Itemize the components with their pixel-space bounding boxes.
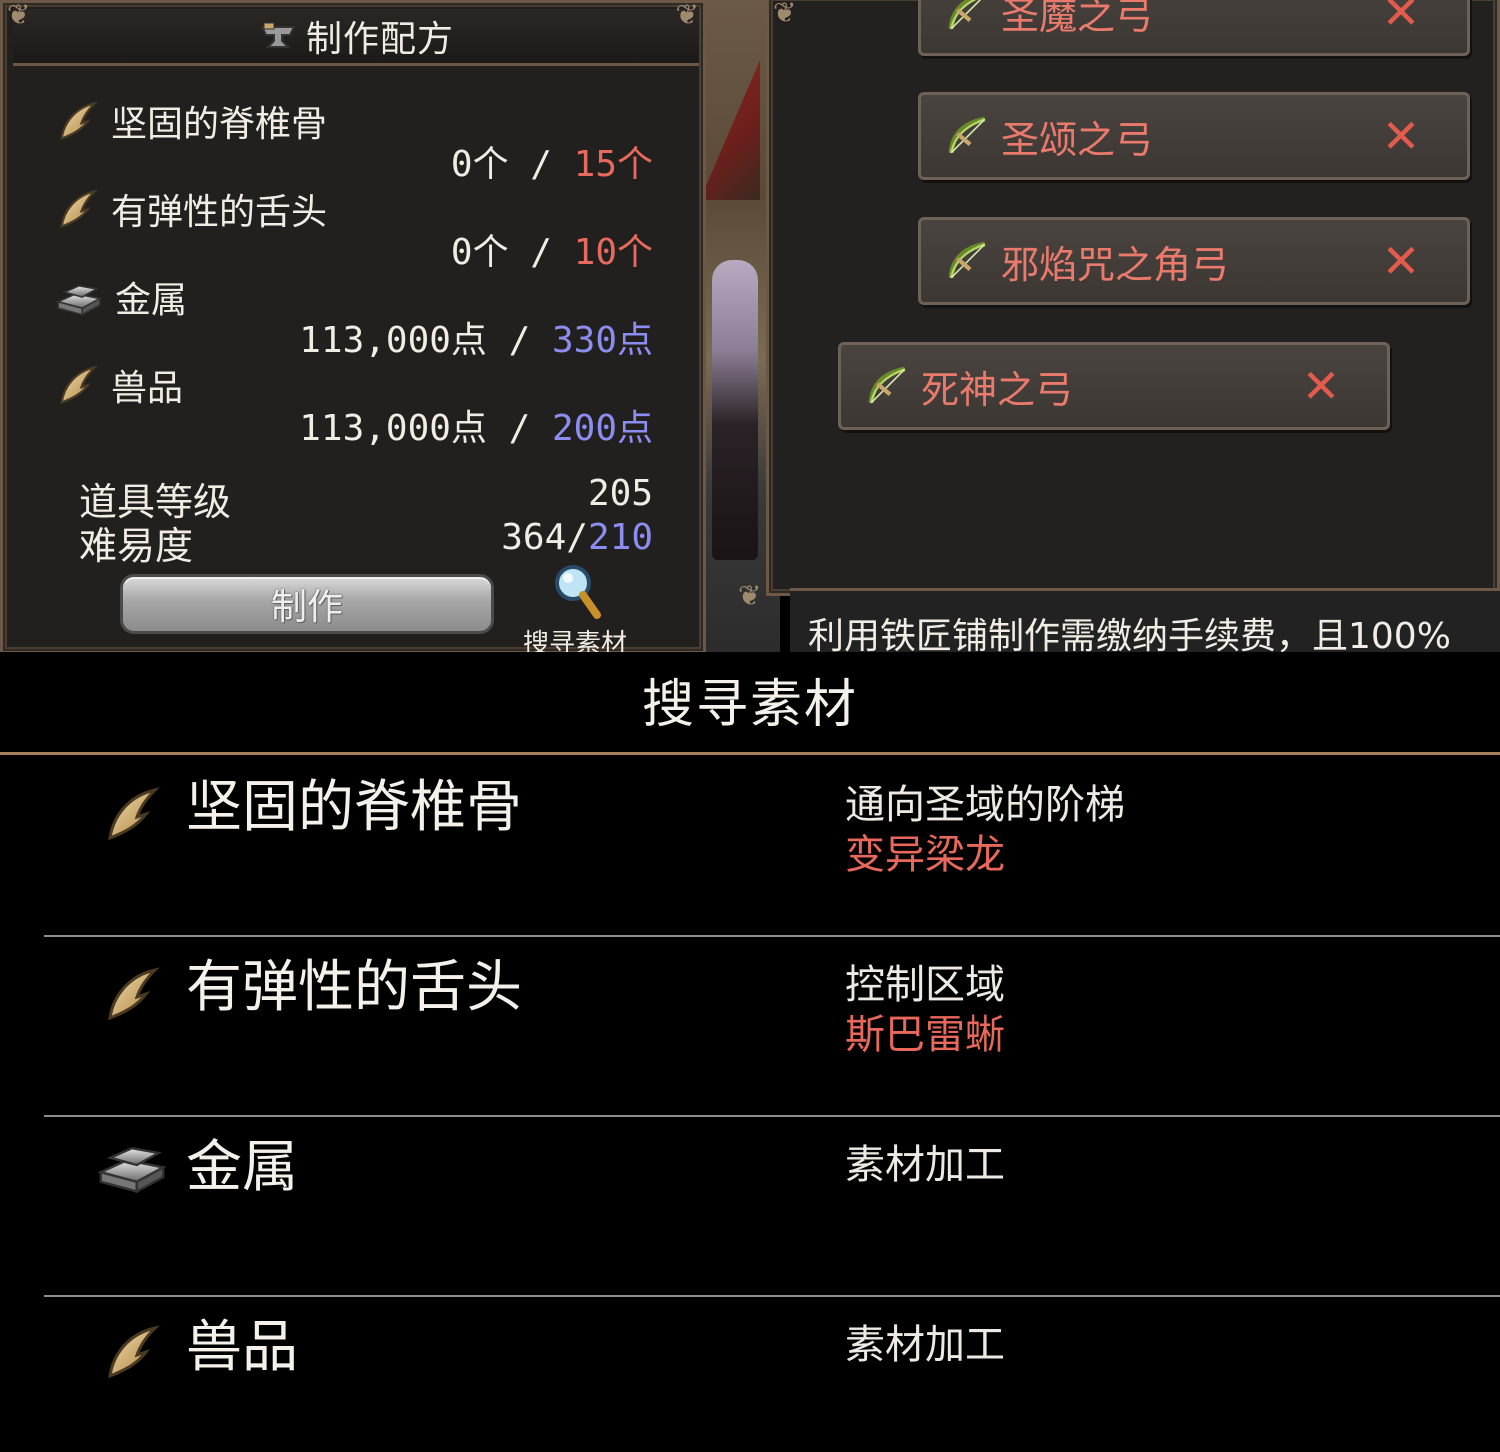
search-location[interactable]: 素材加工	[845, 1132, 1005, 1190]
have-count: 0个	[450, 232, 509, 273]
need-count: 330点	[551, 320, 653, 361]
difficulty-separator: /	[566, 517, 588, 558]
claw-icon	[55, 363, 99, 407]
close-icon[interactable]: ✕	[1371, 0, 1431, 35]
bow-list-item[interactable]: 圣魔之弓 ✕	[918, 0, 1470, 56]
difficulty-value: 364/210	[501, 517, 653, 558]
house-roof	[700, 60, 760, 200]
frame-ornament-icon: ❦	[773, 0, 797, 29]
have-count: 113,000点	[299, 320, 487, 361]
material-row: 兽品	[55, 359, 183, 411]
bow-name: 邪焰咒之角弓	[1001, 242, 1230, 287]
title-divider	[0, 752, 1500, 755]
difficulty-label: 难易度	[79, 524, 194, 568]
material-row: 金属	[55, 271, 187, 323]
row-divider	[44, 1115, 1500, 1117]
metal-ingot-icon	[55, 276, 103, 318]
row-divider	[44, 1295, 1500, 1297]
material-row: 有弹性的舌头	[55, 183, 327, 235]
material-row: 坚固的脊椎骨	[55, 95, 327, 147]
bow-name: 死神之弓	[921, 367, 1074, 412]
frame-ornament-icon: ❦	[738, 579, 762, 612]
search-monster[interactable]: 斯巴雷蜥	[845, 1002, 1005, 1060]
count-separator: /	[486, 408, 552, 449]
search-material-name: 兽品	[186, 1315, 298, 1380]
metal-ingot-icon	[96, 1136, 168, 1194]
material-count: 113,000点 / 200点	[299, 399, 653, 451]
need-count: 200点	[551, 408, 653, 449]
search-monster[interactable]: 变异梁龙	[845, 822, 1005, 880]
material-name: 兽品	[111, 368, 184, 409]
crafting-screen: 制作配方 ❦ ❦ 坚固的脊椎骨 0个 / 15个 有弹性的舌头 0个 / 10个…	[0, 0, 1500, 652]
claw-icon	[55, 99, 99, 143]
anvil-icon	[260, 22, 296, 48]
bow-list-item[interactable]: 圣颂之弓 ✕	[918, 92, 1470, 180]
row-divider	[44, 935, 1500, 937]
recipe-panel: 制作配方 ❦ ❦ 坚固的脊椎骨 0个 / 15个 有弹性的舌头 0个 / 10个…	[0, 0, 706, 652]
make-button[interactable]: 制作	[120, 574, 494, 634]
count-separator: /	[508, 232, 574, 273]
search-material-name: 坚固的脊椎骨	[186, 775, 522, 840]
material-count: 0个 / 15个	[451, 135, 653, 187]
need-count: 10个	[573, 232, 653, 273]
search-location[interactable]: 素材加工	[845, 1312, 1005, 1370]
claw-icon	[100, 964, 162, 1024]
close-icon[interactable]: ✕	[1371, 113, 1431, 159]
material-name: 有弹性的舌头	[111, 192, 328, 233]
difficulty-required: 210	[587, 517, 653, 558]
bow-name: 圣颂之弓	[1001, 117, 1154, 162]
have-count: 0个	[450, 144, 509, 185]
bow-icon	[947, 115, 989, 157]
recipe-title: 制作配方	[305, 19, 454, 60]
notice-bar: 利用铁匠铺制作需缴纳手续费，且100%	[790, 588, 1500, 652]
claw-icon	[100, 1322, 162, 1382]
material-name: 坚固的脊椎骨	[111, 104, 328, 145]
bow-icon	[867, 365, 909, 407]
count-separator: /	[486, 320, 552, 361]
search-panel-title: 搜寻素材	[641, 675, 858, 735]
search-materials-label[interactable]: 搜寻素材	[523, 623, 627, 652]
frame-ornament-icon: ❦	[7, 0, 31, 31]
close-icon[interactable]: ✕	[1371, 238, 1431, 284]
claw-icon	[100, 784, 162, 844]
need-count: 15个	[573, 144, 653, 185]
material-count: 113,000点 / 330点	[299, 311, 653, 363]
material-count: 0个 / 10个	[451, 223, 653, 275]
make-button-label: 制作	[270, 587, 343, 628]
notice-text: 利用铁匠铺制作需缴纳手续费，且100%	[808, 616, 1451, 652]
material-name: 金属	[115, 280, 188, 321]
have-count: 113,000点	[299, 408, 487, 449]
close-icon[interactable]: ✕	[1291, 363, 1351, 409]
search-materials-panel: 搜寻素材 坚固的脊椎骨 通向圣域的阶梯 变异梁龙 有弹性的舌头 控制区域 斯巴雷…	[0, 652, 1500, 1452]
search-material-name: 有弹性的舌头	[186, 955, 522, 1020]
player-character	[712, 260, 758, 560]
difficulty-current: 364	[501, 517, 567, 558]
bow-icon	[947, 0, 989, 33]
bow-name: 圣魔之弓	[1001, 0, 1154, 38]
bow-icon	[947, 240, 989, 282]
bow-list-item[interactable]: 死神之弓 ✕	[838, 342, 1390, 430]
count-separator: /	[508, 144, 574, 185]
magnifier-icon[interactable]	[551, 563, 601, 623]
item-level-value: 205	[587, 473, 653, 514]
claw-icon	[55, 187, 99, 231]
search-material-name: 金属	[186, 1135, 298, 1200]
bow-list-item[interactable]: 邪焰咒之角弓 ✕	[918, 217, 1470, 305]
frame-ornament-icon: ❦	[675, 0, 699, 31]
recipe-title-bar: 制作配方	[13, 9, 699, 66]
